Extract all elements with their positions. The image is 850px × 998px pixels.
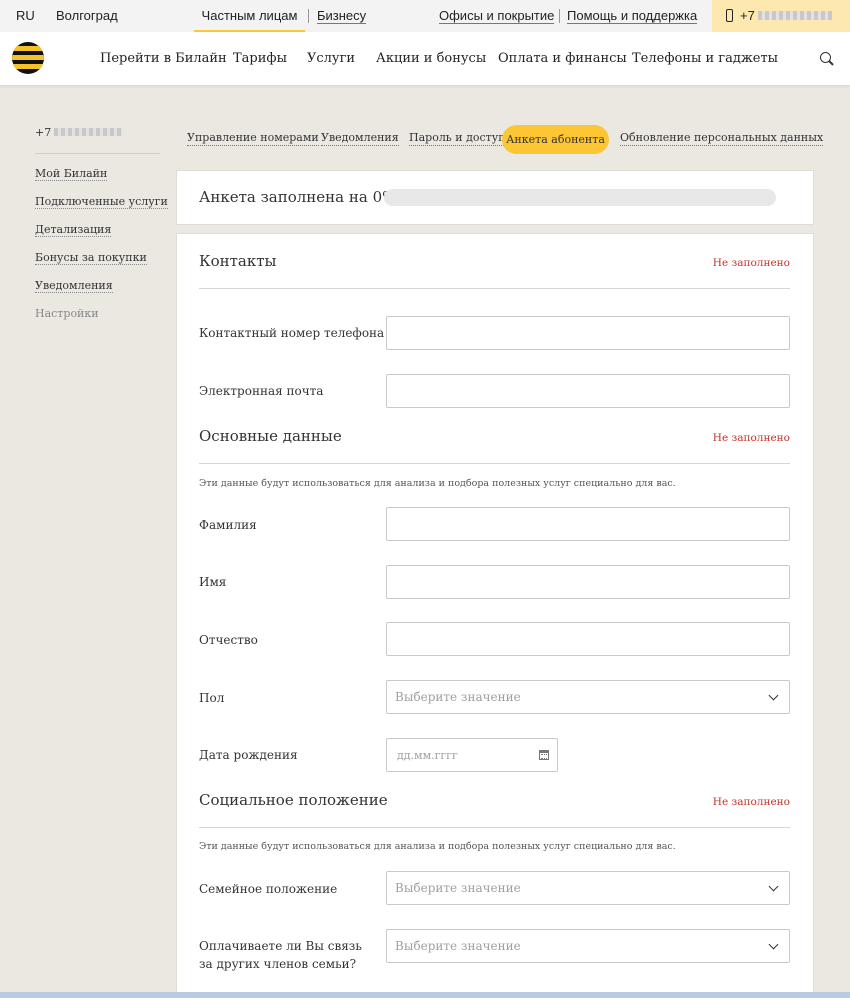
nav-go-to-beeline[interactable]: Перейти в Билайн [100, 32, 227, 85]
main-header: Перейти в Билайн Тарифы Услуги Акции и б… [0, 32, 850, 86]
nav-services[interactable]: Услуги [307, 32, 355, 85]
surname-input[interactable] [386, 507, 790, 541]
account-phone-button[interactable]: +7 [712, 0, 850, 32]
tab-subscriber-profile[interactable]: Анкета абонента [502, 125, 609, 154]
account-phone-prefix: +7 [740, 8, 755, 23]
family-payment-placeholder: Выберите значение [395, 939, 521, 953]
first-name-label: Имя [199, 575, 227, 589]
chevron-down-icon [768, 881, 779, 892]
social-note: Эти данные будут использоваться для анал… [199, 841, 676, 852]
sidebar-phone-prefix: +7 [35, 126, 52, 139]
marital-status-placeholder: Выберите значение [395, 881, 521, 895]
contacts-divider [199, 288, 790, 289]
segment-business-label: Бизнесу [317, 8, 367, 24]
gender-select-placeholder: Выберите значение [395, 690, 521, 704]
gender-label: Пол [199, 691, 225, 705]
family-payment-label: Оплачиваете ли Вы связь за других членов… [199, 939, 362, 971]
birth-date-placeholder: дд.мм.гггг [397, 749, 458, 762]
segment-business-tab[interactable]: Бизнесу [317, 0, 367, 32]
help-divider [559, 9, 560, 23]
nav-phones-gadgets[interactable]: Телефоны и гаджеты [632, 32, 778, 85]
help-label: Помощь и поддержка [567, 8, 698, 24]
sidebar-item-details[interactable]: Детализация [35, 223, 112, 237]
email-label: Электронная почта [199, 384, 324, 398]
calendar-icon[interactable] [539, 750, 549, 760]
social-status-badge: Не заполнено [712, 796, 790, 808]
sidebar-item-notifications[interactable]: Уведомления [35, 279, 113, 293]
tab-password-access[interactable]: Пароль и доступ [409, 131, 506, 146]
patronymic-input[interactable] [386, 622, 790, 656]
sidebar-item-bonuses[interactable]: Бонусы за покупки [35, 251, 147, 265]
beeline-logo[interactable] [12, 42, 44, 74]
social-divider [199, 827, 790, 828]
offices-label: Офисы и покрытие [439, 8, 555, 24]
tab-number-management[interactable]: Управление номерами [187, 131, 319, 146]
basic-data-divider [199, 463, 790, 464]
tab-personal-data-update[interactable]: Обновление персональных данных [620, 131, 824, 146]
email-input[interactable] [386, 374, 790, 408]
marital-status-select[interactable]: Выберите значение [386, 871, 790, 905]
contact-phone-input[interactable] [386, 316, 790, 350]
social-section-title: Социальное положение [199, 791, 388, 809]
offices-link[interactable]: Офисы и покрытие [439, 0, 555, 32]
nav-promotions[interactable]: Акции и бонусы [376, 32, 486, 85]
chevron-down-icon [768, 939, 779, 950]
blurred-phone-number [54, 128, 123, 136]
surname-label: Фамилия [199, 518, 257, 532]
contacts-status-badge: Не заполнено [712, 257, 790, 269]
birth-date-input[interactable]: дд.мм.гггг [386, 738, 558, 772]
blurred-phone-number [757, 11, 832, 20]
marital-status-label: Семейное положение [199, 882, 338, 896]
city-selector[interactable]: Волгоград [56, 0, 118, 32]
progress-bar [384, 189, 776, 206]
sidebar-divider [35, 153, 160, 154]
search-icon[interactable] [820, 52, 835, 67]
birth-date-label: Дата рождения [199, 748, 298, 762]
nav-tariffs[interactable]: Тарифы [233, 32, 287, 85]
window-bottom-edge [0, 992, 850, 998]
language-switch[interactable]: RU [16, 0, 35, 32]
contact-phone-label: Контактный номер телефона [199, 326, 385, 340]
sidebar-item-connected-services[interactable]: Подключенные услуги [35, 195, 168, 209]
nav-payment[interactable]: Оплата и финансы [498, 32, 627, 85]
contacts-section-title: Контакты [199, 252, 277, 270]
tab-notifications[interactable]: Уведомления [321, 131, 399, 146]
basic-data-status-badge: Не заполнено [712, 432, 790, 444]
progress-label: Анкета заполнена на 0% [199, 188, 397, 206]
progress-card: Анкета заполнена на 0% [176, 170, 814, 225]
basic-data-section-title: Основные данные [199, 427, 342, 445]
first-name-input[interactable] [386, 565, 790, 599]
gender-select[interactable]: Выберите значение [386, 680, 790, 714]
help-link[interactable]: Помощь и поддержка [567, 0, 698, 32]
mobile-phone-icon [726, 9, 733, 22]
patronymic-label: Отчество [199, 633, 258, 647]
basic-data-note: Эти данные будут использоваться для анал… [199, 478, 676, 489]
sidebar-item-my-beeline[interactable]: Мой Билайн [35, 167, 108, 181]
sidebar-item-settings[interactable]: Настройки [35, 307, 99, 320]
sidebar-phone: +7 [35, 126, 123, 139]
top-bar: RU Волгоград Частным лицам Бизнесу Офисы… [0, 0, 850, 32]
family-payment-select[interactable]: Выберите значение [386, 929, 790, 963]
segment-divider [308, 9, 309, 23]
segment-private-tab[interactable]: Частным лицам [194, 0, 305, 32]
chevron-down-icon [768, 690, 779, 701]
